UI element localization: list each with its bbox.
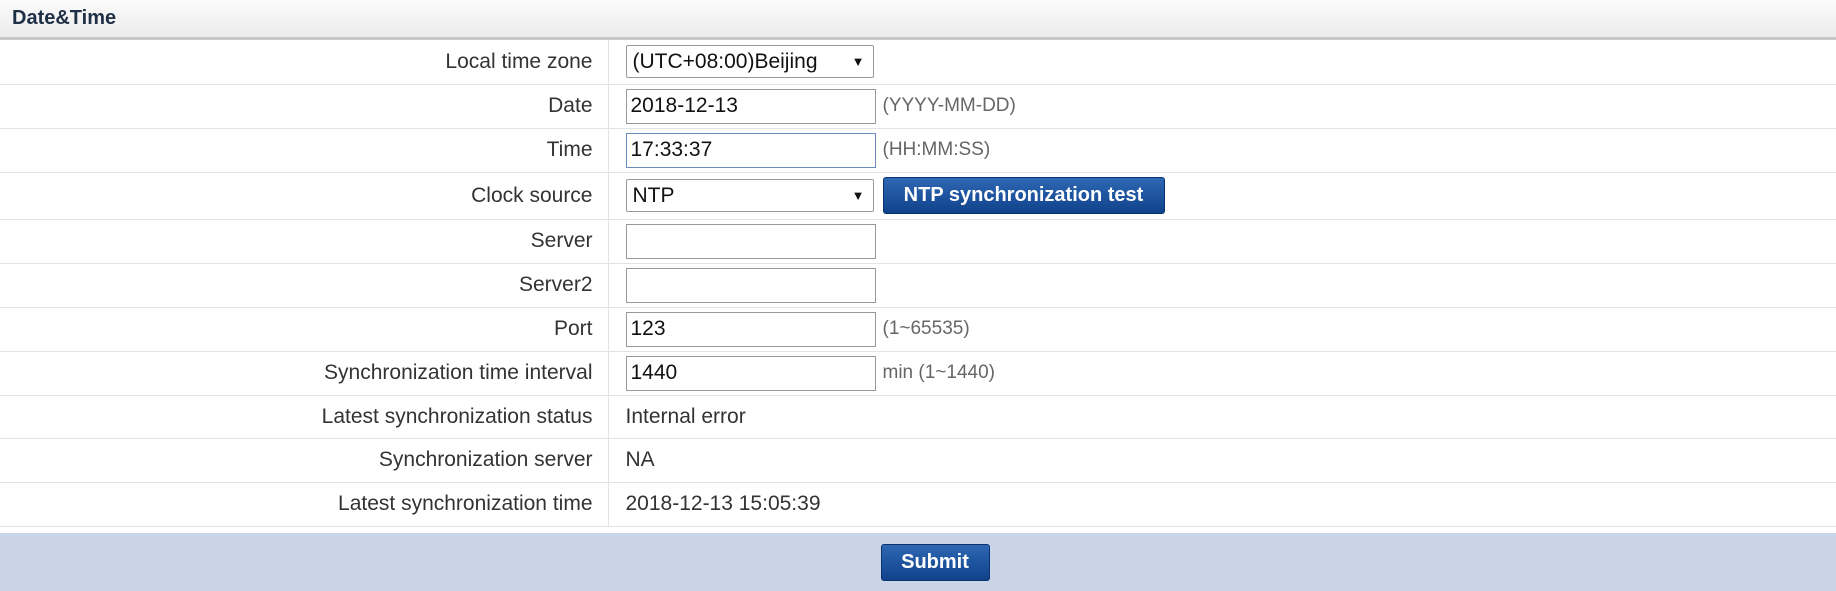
page-title: Date&Time: [12, 7, 117, 29]
server2-label: Server2: [0, 263, 609, 308]
interval-input[interactable]: [625, 355, 876, 391]
time-input[interactable]: [625, 132, 876, 168]
form-footer: Submit: [0, 533, 1836, 591]
submit-button[interactable]: Submit: [880, 543, 990, 581]
timezone-label: Local time zone: [0, 40, 609, 85]
dropdown-arrow-icon: ▼: [851, 54, 865, 70]
form-row-timezone: Local time zone (UTC+08:00)Beijing ▼: [0, 40, 1836, 85]
interval-range-hint: min (1~1440): [882, 362, 995, 383]
clock-source-label: Clock source: [0, 172, 609, 220]
form-row-server: Server: [0, 219, 1836, 264]
sync-time-value: 2018-12-13 15:05:39: [608, 482, 1836, 527]
form-row-port: Port (1~65535): [0, 307, 1836, 352]
sync-status-label: Latest synchronization status: [0, 395, 609, 439]
form-row-time: Time (HH:MM:SS): [0, 128, 1836, 173]
sync-time-label: Latest synchronization time: [0, 482, 609, 527]
interval-label: Synchronization time interval: [0, 351, 609, 396]
sync-server-value: NA: [608, 438, 1836, 483]
server-input[interactable]: [625, 223, 876, 259]
port-range-hint: (1~65535): [882, 318, 970, 339]
server2-input[interactable]: [625, 267, 876, 303]
clock-source-select[interactable]: NTP ▼: [625, 179, 874, 212]
datetime-panel: Date&Time Local time zone (UTC+08:00)Bei…: [0, 0, 1836, 591]
time-format-hint: (HH:MM:SS): [882, 139, 991, 160]
time-label: Time: [0, 128, 609, 173]
port-input[interactable]: [625, 311, 876, 347]
date-label: Date: [0, 84, 609, 129]
ntp-sync-test-button[interactable]: NTP synchronization test: [882, 177, 1165, 214]
form-row-server2: Server2: [0, 263, 1836, 308]
server-label: Server: [0, 219, 609, 264]
form-row-date: Date (YYYY-MM-DD): [0, 84, 1836, 129]
form-row-interval: Synchronization time interval min (1~144…: [0, 351, 1836, 396]
sync-server-label: Synchronization server: [0, 438, 609, 483]
datetime-form: Local time zone (UTC+08:00)Beijing ▼ Dat…: [0, 40, 1836, 527]
form-row-sync-time: Latest synchronization time 2018-12-13 1…: [0, 482, 1836, 527]
panel-header: Date&Time: [0, 0, 1836, 40]
sync-status-value: Internal error: [608, 395, 1836, 439]
clock-source-select-value: NTP: [632, 183, 675, 207]
timezone-select[interactable]: (UTC+08:00)Beijing ▼: [625, 45, 874, 79]
form-row-clock-source: Clock source NTP ▼ NTP synchronization t…: [0, 172, 1836, 220]
date-format-hint: (YYYY-MM-DD): [882, 95, 1016, 116]
form-row-sync-server: Synchronization server NA: [0, 438, 1836, 483]
timezone-select-value: (UTC+08:00)Beijing: [632, 49, 818, 73]
date-input[interactable]: [625, 88, 876, 124]
dropdown-arrow-icon: ▼: [851, 188, 865, 203]
port-label: Port: [0, 307, 609, 352]
form-row-status: Latest synchronization status Internal e…: [0, 395, 1836, 439]
